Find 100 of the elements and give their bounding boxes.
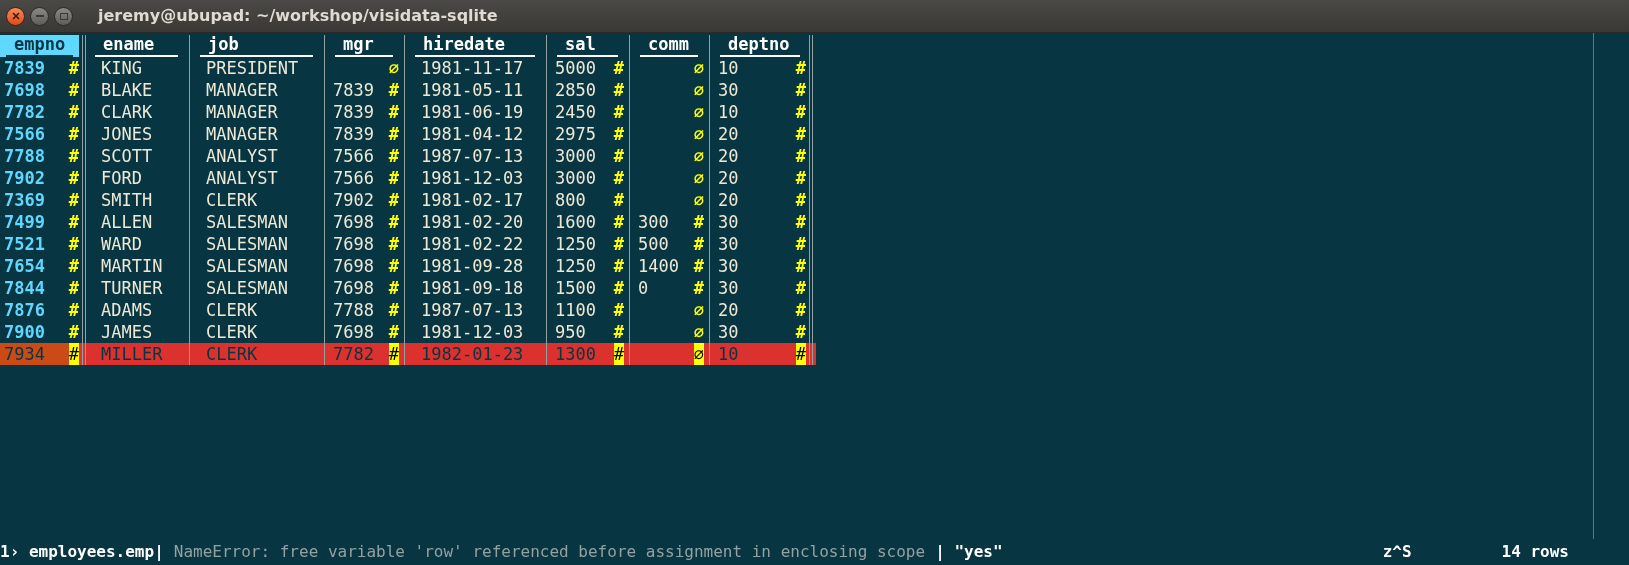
type-mark: # [613, 57, 624, 79]
cell-value: 500 [637, 233, 669, 255]
type-mark: # [613, 167, 624, 189]
cell-value: 7566 [332, 167, 374, 189]
cell-value: CLERK [205, 343, 258, 365]
cell-value: 1981-04-12 [420, 123, 524, 145]
type-mark: # [68, 145, 79, 167]
cell-value: 20 [717, 123, 739, 145]
type-mark: # [388, 189, 399, 211]
cell-value: MANAGER [205, 79, 278, 101]
type-mark: # [693, 277, 704, 299]
cell-value: 1987-07-13 [420, 299, 524, 321]
cell-value: 1300 [554, 343, 596, 365]
cell-value: 1981-05-11 [420, 79, 524, 101]
type-mark: # [68, 299, 79, 321]
keystrokes: z^S [1382, 541, 1412, 563]
cell-value: 300 [637, 211, 669, 233]
type-mark: # [795, 299, 806, 321]
type-mark: # [693, 255, 704, 277]
cell-value: 7698 [332, 211, 374, 233]
close-icon[interactable] [6, 6, 25, 26]
cell-value: 7698 [332, 233, 374, 255]
cell-value: 1987-07-13 [420, 145, 524, 167]
cell-value: 7839 [3, 57, 45, 79]
cell-value: SALESMAN [205, 277, 288, 299]
cell-value: 1981-02-22 [420, 233, 524, 255]
cell-value: 7369 [3, 189, 45, 211]
cell-value: KING [100, 57, 142, 79]
cell-value: 1400 [637, 255, 679, 277]
cell-value: SMITH [100, 189, 153, 211]
cell-value: 1981-12-03 [420, 321, 524, 343]
type-mark: # [795, 145, 806, 167]
cell-value: 7698 [3, 79, 45, 101]
type-mark: # [68, 321, 79, 343]
null-mark: ∅ [693, 123, 704, 145]
cell-value: 1981-12-03 [420, 167, 524, 189]
cell-value: 7782 [3, 101, 45, 123]
cell-value: 7900 [3, 321, 45, 343]
type-mark: # [388, 79, 399, 101]
cell-value: 1981-09-18 [420, 277, 524, 299]
cell-value: 30 [717, 233, 739, 255]
null-mark: ∅ [693, 189, 704, 211]
cell-value: SALESMAN [205, 211, 288, 233]
type-mark: # [388, 211, 399, 233]
null-mark: ∅ [693, 343, 704, 365]
cell-value: JONES [100, 123, 153, 145]
null-mark: ∅ [693, 145, 704, 167]
cell-value: CLERK [205, 299, 258, 321]
minimize-icon[interactable] [30, 6, 49, 26]
cell-value: 7839 [332, 101, 374, 123]
cell-value: 2975 [554, 123, 596, 145]
cell-value: MANAGER [205, 101, 278, 123]
type-mark: # [68, 233, 79, 255]
null-mark: ∅ [693, 101, 704, 123]
sheet-name[interactable]: 1› employees.emp| [0, 540, 164, 564]
cell-value: 30 [717, 321, 739, 343]
type-mark: # [693, 233, 704, 255]
type-mark: # [795, 57, 806, 79]
cell-value: 20 [717, 189, 739, 211]
cell-value: 30 [717, 255, 739, 277]
cell-value: CLARK [100, 101, 153, 123]
cell-value: 1250 [554, 233, 596, 255]
type-mark: # [388, 321, 399, 343]
null-mark: ∅ [388, 57, 399, 79]
cell-value: 1981-11-17 [420, 57, 524, 79]
null-mark: ∅ [693, 167, 704, 189]
column-header[interactable]: empno [0, 35, 79, 57]
cell-value: 7566 [332, 145, 374, 167]
cell-value: 3000 [554, 167, 596, 189]
cell-value: ALLEN [100, 211, 153, 233]
type-mark: # [68, 123, 79, 145]
cell-value: ANALYST [205, 167, 278, 189]
cell-value: SALESMAN [205, 255, 288, 277]
cell-value: 20 [717, 299, 739, 321]
cell-value: 7839 [332, 79, 374, 101]
cell-value: 3000 [554, 145, 596, 167]
type-mark: # [693, 211, 704, 233]
type-mark: # [795, 123, 806, 145]
type-mark: # [388, 101, 399, 123]
type-mark: # [388, 255, 399, 277]
cell-value: 30 [717, 211, 739, 233]
cell-value: CLERK [205, 321, 258, 343]
cell-value: 7788 [332, 299, 374, 321]
maximize-icon[interactable] [54, 6, 73, 26]
cell-value: 20 [717, 167, 739, 189]
cell-value: 7902 [3, 167, 45, 189]
cell-value: 7839 [332, 123, 374, 145]
cell-value: FORD [100, 167, 142, 189]
null-mark: ∅ [693, 321, 704, 343]
null-mark: ∅ [693, 299, 704, 321]
cell-value: MARTIN [100, 255, 163, 277]
null-mark: ∅ [693, 79, 704, 101]
type-mark: # [795, 321, 806, 343]
cell-value: 7499 [3, 211, 45, 233]
type-mark: # [68, 101, 79, 123]
type-mark: # [613, 101, 624, 123]
type-mark: # [68, 211, 79, 233]
error-message: NameError: free variable 'row' referenced before assignment in enclosing scope [173, 541, 926, 563]
cell-value: ANALYST [205, 145, 278, 167]
type-mark: # [613, 189, 624, 211]
